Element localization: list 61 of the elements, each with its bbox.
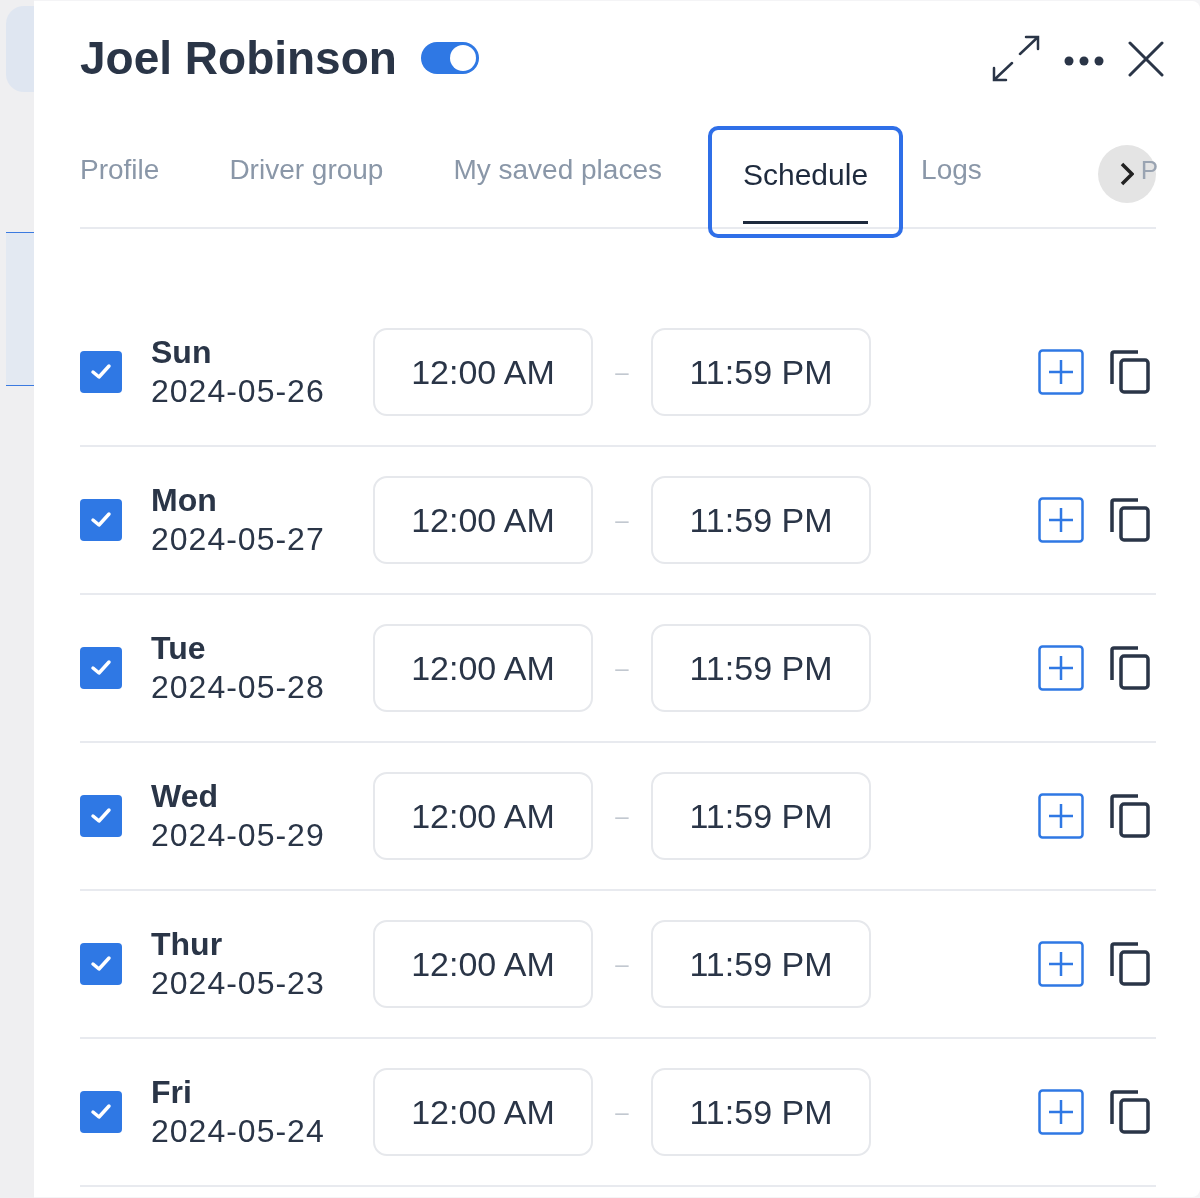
- copy-icon[interactable]: [1110, 646, 1150, 690]
- date: 2024-05-28: [151, 668, 326, 707]
- checkmark-icon: [90, 955, 112, 973]
- copy-icon[interactable]: [1110, 794, 1150, 838]
- day-name: Fri: [151, 1073, 193, 1111]
- time-separator: –: [614, 801, 630, 831]
- checkmark-icon: [90, 511, 112, 529]
- date: 2024-05-26: [151, 372, 326, 411]
- time-separator: –: [614, 505, 630, 535]
- tab[interactable]: Schedule: [708, 126, 904, 238]
- chevron-right-icon: [1120, 162, 1134, 186]
- end-time-field[interactable]: 11:59 PM: [651, 772, 871, 860]
- day-name: Mon: [151, 481, 218, 519]
- expand-icon[interactable]: [990, 34, 1042, 84]
- add-icon[interactable]: [1038, 941, 1084, 987]
- date: 2024-05-29: [151, 816, 326, 855]
- end-time-field[interactable]: 11:59 PM: [651, 624, 871, 712]
- start-time-field[interactable]: 12:00 AM: [373, 328, 593, 416]
- date: 2024-05-24: [151, 1112, 326, 1151]
- end-time-field[interactable]: 11:59 PM: [651, 920, 871, 1008]
- add-icon[interactable]: [1038, 1089, 1084, 1135]
- driver-name: Joel Robinson: [80, 35, 397, 81]
- day-name: Tue: [151, 629, 207, 667]
- day-name: Wed: [151, 777, 219, 815]
- checkmark-icon: [90, 807, 112, 825]
- add-icon[interactable]: [1038, 497, 1084, 543]
- checkmark-icon: [90, 363, 112, 381]
- date: 2024-05-27: [151, 520, 326, 559]
- add-icon[interactable]: [1038, 349, 1084, 395]
- start-time-field[interactable]: 12:00 AM: [373, 772, 593, 860]
- start-time-field[interactable]: 12:00 AM: [373, 624, 593, 712]
- copy-icon[interactable]: [1110, 1090, 1150, 1134]
- copy-icon[interactable]: [1110, 498, 1150, 542]
- time-separator: –: [614, 653, 630, 683]
- time-separator: –: [614, 949, 630, 979]
- add-icon[interactable]: [1038, 793, 1084, 839]
- more-icon[interactable]: [1064, 56, 1104, 66]
- checkmark-icon: [90, 659, 112, 677]
- end-time-field[interactable]: 11:59 PM: [651, 328, 871, 416]
- start-time-field[interactable]: 12:00 AM: [373, 476, 593, 564]
- active-toggle[interactable]: [420, 42, 479, 74]
- day-checkbox[interactable]: [80, 351, 122, 393]
- close-icon[interactable]: [1128, 41, 1164, 77]
- day-name: Sun: [151, 333, 213, 371]
- day-checkbox[interactable]: [80, 499, 122, 541]
- time-separator: –: [614, 357, 630, 387]
- checkmark-icon: [90, 1103, 112, 1121]
- copy-icon[interactable]: [1110, 350, 1150, 394]
- start-time-field[interactable]: 12:00 AM: [373, 920, 593, 1008]
- copy-icon[interactable]: [1110, 942, 1150, 986]
- end-time-field[interactable]: 11:59 PM: [651, 1068, 871, 1156]
- day-name: Thur: [151, 925, 224, 963]
- day-checkbox[interactable]: [80, 1091, 122, 1133]
- day-checkbox[interactable]: [80, 943, 122, 985]
- start-time-field[interactable]: 12:00 AM: [373, 1068, 593, 1156]
- date: 2024-05-23: [151, 964, 326, 1003]
- day-checkbox[interactable]: [80, 795, 122, 837]
- add-icon[interactable]: [1038, 645, 1084, 691]
- end-time-field[interactable]: 11:59 PM: [651, 476, 871, 564]
- time-separator: –: [614, 1097, 630, 1127]
- day-checkbox[interactable]: [80, 647, 122, 689]
